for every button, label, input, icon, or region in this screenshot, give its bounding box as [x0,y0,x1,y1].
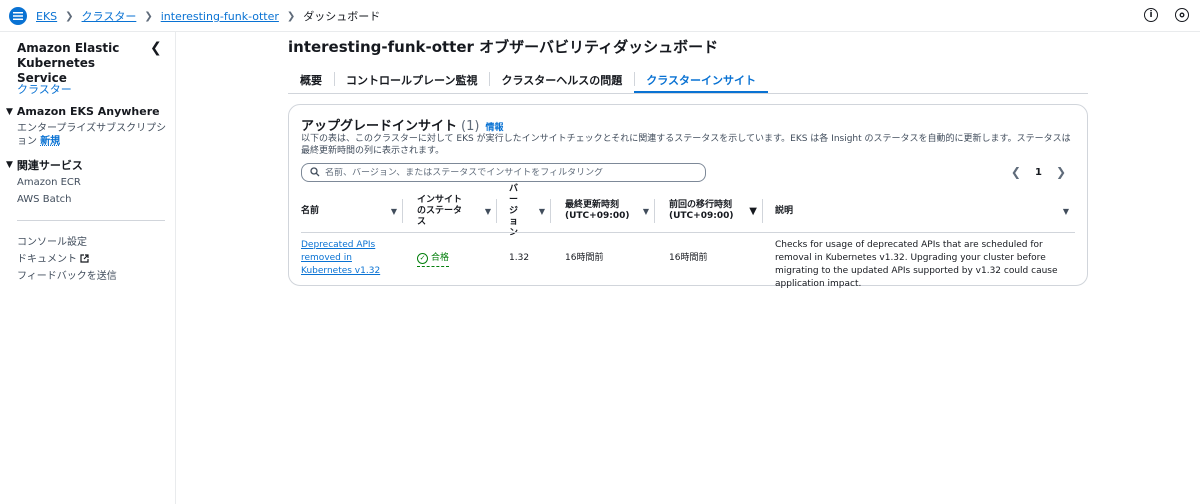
pagination: ❮ 1 ❯ [1004,165,1073,179]
breadcrumb-clusters[interactable]: クラスター [82,8,137,24]
column-header-last-transition[interactable]: 前回の移行時刻 (UTC+09:00) ▼ [655,189,763,233]
external-link-icon [80,254,89,267]
caret-down-icon: ▼ [6,160,13,170]
sidebar-item-enterprise-subscription[interactable]: エンタープライズサブスクリプション 新規 [17,122,167,148]
tab-overview[interactable]: 概要 [288,68,334,93]
column-header-last-updated[interactable]: 最終更新時刻 (UTC+09:00) ▼ [551,189,655,233]
tab-cluster-insights[interactable]: クラスターインサイト [634,68,769,93]
sort-icon[interactable]: ▼ [1063,206,1069,217]
panel-description: 以下の表は、このクラスターに対して EKS が実行したインサイトチェックとそれに… [301,134,1071,156]
tab-control-plane-monitoring[interactable]: コントロールプレーン監視 [334,68,489,93]
column-header-description[interactable]: 説明 ▼ [763,189,1075,233]
last-updated-cell: 16時間前 [565,253,604,263]
sidebar-item-feedback[interactable]: フィードバックを送信 [17,270,117,283]
status-label: 合格 [431,253,450,263]
column-header-name[interactable]: 名前 ▼ [301,189,403,233]
insight-name-link[interactable]: Deprecated APIs removed in Kubernetes v1… [301,240,380,276]
sidebar-section-related-services[interactable]: ▼ 関連サービス [6,157,83,173]
breadcrumb-dashboard: ダッシュボード [303,10,381,23]
header-label: 最終更新時刻 (UTC+09:00) [565,200,630,221]
sort-icon[interactable]: ▼ [749,206,757,217]
panel-count: (1) [461,119,480,134]
sidebar-item-batch[interactable]: AWS Batch [17,193,71,206]
breadcrumb: EKS ❯ クラスター ❯ interesting-funk-otter ❯ ダ… [36,8,380,24]
check-circle-icon: ✓ [417,253,428,264]
search-field[interactable] [301,163,706,182]
chevron-right-icon: ❯ [65,10,74,22]
version-cell: 1.32 [509,253,530,263]
sort-icon[interactable]: ▼ [485,206,491,217]
settings-icon[interactable] [1175,8,1189,22]
info-link[interactable]: 情報 [485,120,503,133]
header-label: 前回の移行時刻 (UTC+09:00) [669,200,734,221]
last-transition-cell: 16時間前 [669,253,708,263]
breadcrumb-eks[interactable]: EKS [36,10,57,23]
caret-down-icon: ▼ [6,106,13,117]
sidebar-item-label: ドキュメント [17,254,77,265]
sidebar-divider [17,220,165,221]
chevron-right-icon: ❯ [286,10,296,22]
panel-title: アップグレードインサイト [301,119,458,134]
sort-icon[interactable]: ▼ [391,206,397,217]
sidebar-item-ecr[interactable]: Amazon ECR [17,176,81,189]
breadcrumb-cluster-name[interactable]: interesting-funk-otter [161,10,279,23]
table-row: Deprecated APIs removed in Kubernetes v1… [301,239,381,278]
chevron-left-icon[interactable]: ❮ [1011,165,1021,179]
side-navigation: Amazon Elastic Kubernetes Service ❮ クラスタ… [0,32,176,504]
status-cell: ✓ 合格 [417,252,450,267]
sidebar-section-label: Amazon EKS Anywhere [16,105,160,118]
sort-icon[interactable]: ▼ [643,206,649,217]
header-label: インサイトのステータス [417,194,463,227]
sidebar-item-console-settings[interactable]: コンソール設定 [17,236,87,249]
upgrade-insights-panel: アップグレードインサイト (1) 情報 以下の表は、このクラスターに対して EK… [288,104,1088,289]
tab-cluster-health-issues[interactable]: クラスターヘルスの問題 [489,68,634,93]
header-label: バージョン [509,183,519,238]
sort-icon[interactable]: ▼ [539,206,545,217]
column-header-version[interactable]: バージョン ▼ [497,184,551,238]
sidebar-section-eks-anywhere[interactable]: ▼ Amazon EKS Anywhere [6,105,160,118]
sidebar-item-clusters[interactable]: クラスター [17,81,72,97]
new-badge: 新規 [40,136,61,147]
menu-icon[interactable] [9,7,27,25]
sidebar-item-documentation[interactable]: ドキュメント [17,253,89,267]
chevron-right-icon[interactable]: ❯ [1056,165,1066,179]
info-icon[interactable]: i [1144,8,1158,22]
top-navigation-bar: EKS ❯ クラスター ❯ interesting-funk-otter ❯ ダ… [0,0,1200,32]
header-label: 名前 [301,205,320,216]
tab-bar: 概要 コントロールプレーン監視 クラスターヘルスの問題 クラスターインサイト [288,68,1088,94]
table-header-divider [301,232,1075,233]
column-header-status[interactable]: インサイトのステータス ▼ [403,189,497,233]
header-label: 説明 [775,205,794,216]
status-badge[interactable]: ✓ 合格 [417,252,450,267]
panel-title-row: アップグレードインサイト (1) 情報 [301,115,503,134]
chevron-left-icon[interactable]: ❮ [150,40,162,56]
search-icon [310,166,320,180]
sidebar-title: Amazon Elastic Kubernetes Service [17,41,120,85]
page-number[interactable]: 1 [1035,167,1042,178]
search-input[interactable] [325,167,695,178]
sidebar-section-label: 関連サービス [16,159,83,172]
chevron-right-icon: ❯ [144,10,153,22]
description-cell: Checks for usage of deprecated APIs that… [775,240,1058,289]
page-title: interesting-funk-otter オブザーバビリティダッシュボード [288,38,719,56]
